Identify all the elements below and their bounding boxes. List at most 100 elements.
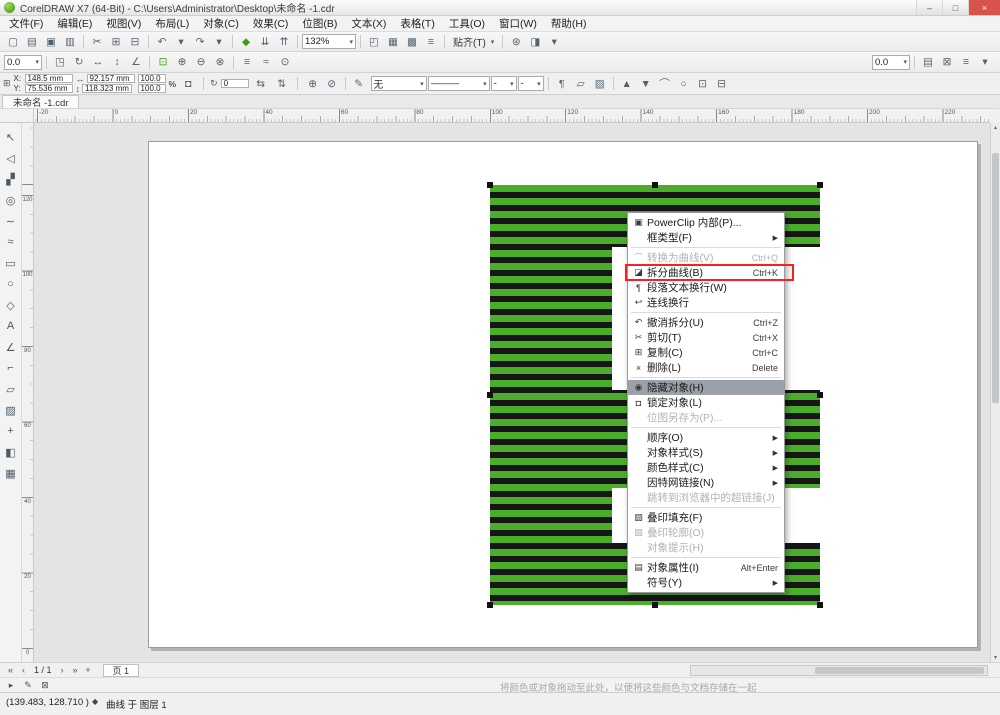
selection-handle[interactable]: [817, 602, 823, 608]
menubar-item-7[interactable]: 位图(B): [295, 15, 344, 32]
show-grid-icon[interactable]: ▩: [403, 34, 421, 50]
close-curve-icon[interactable]: ○: [675, 76, 693, 92]
text-tool[interactable]: A: [1, 316, 21, 336]
close-button[interactable]: ×: [968, 0, 1000, 15]
ruler-origin-corner[interactable]: [0, 109, 34, 123]
document-tab[interactable]: 未命名 -1.cdr: [2, 95, 79, 108]
outline-pen-icon[interactable]: ✎: [350, 76, 368, 92]
align-icon[interactable]: ≡: [238, 54, 256, 70]
context-menu-hide-object[interactable]: ◉隐藏对象(H): [628, 380, 784, 395]
combine-icon[interactable]: ⊕: [304, 76, 322, 92]
menubar-item-9[interactable]: 表格(T): [393, 15, 441, 32]
transform-size-icon[interactable]: ↕: [108, 54, 126, 70]
shape-tool[interactable]: ◁: [1, 148, 21, 168]
context-menu-object-properties[interactable]: ▤对象属性(I)Alt+Enter: [628, 560, 784, 575]
context-menu-line-wrap[interactable]: ↩连线换行: [628, 295, 784, 310]
wrap-paragraph-text-icon[interactable]: ¶: [553, 76, 571, 92]
crop-tool[interactable]: ▞: [1, 169, 21, 189]
show-guidelines-icon[interactable]: ≡: [422, 34, 440, 50]
selection-handle[interactable]: [652, 602, 658, 608]
horizontal-scrollbar[interactable]: [690, 665, 988, 676]
origin-selector-icon[interactable]: ⊞: [3, 78, 11, 89]
pick-tool[interactable]: ↖: [1, 127, 21, 147]
scroll-up-icon[interactable]: ▴: [991, 124, 1000, 131]
chevron-down-icon[interactable]: ▾: [491, 38, 495, 46]
export-icon[interactable]: ⇈: [275, 34, 293, 50]
context-menu-convert-to-curves[interactable]: ⌒转换为曲线(V)Ctrl+Q: [628, 250, 784, 265]
palette-edit-icon[interactable]: ✎: [21, 679, 35, 691]
rotation-angle-field[interactable]: 0: [221, 79, 249, 88]
interactive-fill-tool[interactable]: ◧: [1, 442, 21, 462]
zoom-level-combo[interactable]: 132%▾: [302, 34, 356, 49]
y-position-field[interactable]: 75.536 mm: [25, 84, 73, 93]
palette-expand-icon[interactable]: ▸: [4, 679, 18, 691]
to-front-icon[interactable]: ▲: [618, 76, 636, 92]
guideline-presets-icon[interactable]: ▤: [919, 54, 937, 70]
vertical-ruler[interactable]: 120100806040200: [22, 123, 34, 662]
toolbar-options-icon[interactable]: ▾: [976, 54, 994, 70]
vertical-scrollbar[interactable]: ▴ ▾: [990, 123, 1000, 662]
drawing-canvas[interactable]: [34, 123, 990, 662]
random-dice-icon[interactable]: ⊡: [154, 54, 172, 70]
selection-handle[interactable]: [817, 392, 823, 398]
show-rulers-icon[interactable]: ▦: [384, 34, 402, 50]
polygon-tool[interactable]: ◇: [1, 295, 21, 315]
menubar-item-2[interactable]: 编辑(E): [50, 15, 99, 32]
outline-width-combo[interactable]: 无▾: [371, 76, 427, 91]
group-icon[interactable]: ⊙: [276, 54, 294, 70]
context-menu-cut[interactable]: ✂剪切(T)Ctrl+X: [628, 330, 784, 345]
trim-icon[interactable]: ⊖: [192, 54, 210, 70]
transparency-tool[interactable]: ▨: [1, 400, 21, 420]
horizontal-ruler[interactable]: -20020406080100120140160180200220: [34, 109, 990, 123]
start-arrowhead-combo[interactable]: -▾: [491, 76, 517, 91]
chevron-down-icon[interactable]: ▾: [420, 80, 424, 88]
menubar-item-8[interactable]: 文本(X): [344, 15, 393, 32]
paste-icon[interactable]: ⊟: [126, 34, 144, 50]
menubar-item-6[interactable]: 效果(C): [246, 15, 296, 32]
fullscreen-preview-icon[interactable]: ◰: [365, 34, 383, 50]
context-menu-undo-split[interactable]: ↶撤消拆分(U)Ctrl+Z: [628, 315, 784, 330]
distribute-icon[interactable]: ≈: [257, 54, 275, 70]
zoom-tool[interactable]: ◎: [1, 190, 21, 210]
connector-tool[interactable]: ⌐: [1, 358, 21, 378]
selection-handle[interactable]: [487, 392, 493, 398]
import-icon[interactable]: ⇊: [256, 34, 274, 50]
transparency-icon[interactable]: ▨: [591, 76, 609, 92]
selection-handle[interactable]: [487, 182, 493, 188]
undo-dropdown-icon[interactable]: ▾: [172, 34, 190, 50]
context-menu-wrap-paragraph-text[interactable]: ¶段落文本换行(W): [628, 280, 784, 295]
prev-page-button[interactable]: ‹: [17, 664, 30, 676]
options-icon[interactable]: ⊛: [507, 34, 525, 50]
last-page-button[interactable]: »: [69, 664, 82, 676]
open-icon[interactable]: ▤: [23, 34, 41, 50]
reduce-nodes-icon[interactable]: ⊟: [713, 76, 731, 92]
smart-fill-tool[interactable]: ▦: [1, 463, 21, 483]
context-menu-object-styles[interactable]: 对象样式(S)▶: [628, 445, 784, 460]
rectangle-tool[interactable]: ▭: [1, 253, 21, 273]
menubar-item-3[interactable]: 视图(V): [99, 15, 148, 32]
artistic-media-tool[interactable]: ≈: [1, 232, 21, 252]
menubar-item-10[interactable]: 工具(O): [442, 15, 492, 32]
context-menu-symbol[interactable]: 符号(Y)▶: [628, 575, 784, 590]
no-color-swatch[interactable]: ⊠: [38, 679, 52, 691]
transform-position-icon[interactable]: ◳: [51, 54, 69, 70]
scroll-down-icon[interactable]: ▾: [991, 654, 1000, 661]
lock-ratio-icon[interactable]: ◘: [179, 76, 197, 92]
context-menu-color-styles[interactable]: 颜色样式(C)▶: [628, 460, 784, 475]
page-tab[interactable]: 页 1: [103, 664, 140, 677]
select-all-nodes-icon[interactable]: ⊡: [694, 76, 712, 92]
selection-handle[interactable]: [652, 182, 658, 188]
snap-offset-field[interactable]: 0.0▾: [872, 55, 910, 70]
menubar-item-5[interactable]: 对象(C): [196, 15, 246, 32]
vertical-scroll-thumb[interactable]: [992, 153, 999, 403]
chevron-down-icon[interactable]: ▾: [35, 58, 39, 66]
context-menu-internet-links[interactable]: 因特网链接(N)▶: [628, 475, 784, 490]
transform-skew-icon[interactable]: ∠: [127, 54, 145, 70]
maximize-button[interactable]: □: [942, 0, 968, 15]
object-width-field[interactable]: 92.157 mm: [87, 74, 135, 83]
menubar-item-11[interactable]: 窗口(W): [492, 15, 544, 32]
chevron-down-icon[interactable]: ▾: [537, 80, 541, 88]
intersect-icon[interactable]: ⊗: [211, 54, 229, 70]
mirror-vertical-icon[interactable]: ⇅: [273, 76, 291, 92]
drop-shadow-tool[interactable]: ▱: [1, 379, 21, 399]
